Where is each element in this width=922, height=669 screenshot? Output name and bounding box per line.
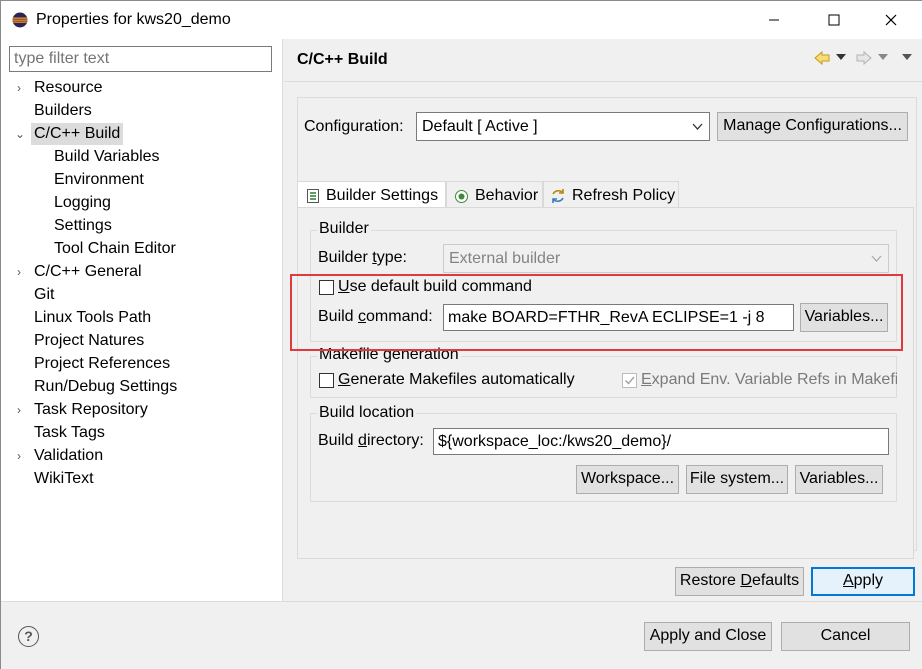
tab-refresh-policy[interactable]: Refresh Policy [543, 181, 679, 209]
chevron-right-icon[interactable]: › [17, 266, 27, 278]
build-directory-label: Build directory: [318, 432, 424, 449]
manage-configurations-button[interactable]: Manage Configurations... [717, 112, 908, 141]
file-system-button[interactable]: File system... [686, 465, 788, 494]
maximize-button[interactable] [811, 1, 857, 39]
back-dropdown-icon[interactable] [836, 54, 846, 62]
close-icon [885, 14, 897, 26]
tree-item-git[interactable]: Git [34, 284, 54, 306]
view-menu-icon[interactable] [902, 54, 912, 62]
tab-behavior[interactable]: Behavior [446, 181, 543, 209]
minimize-button[interactable] [751, 1, 797, 39]
chevron-down-icon[interactable]: ⌄ [15, 128, 25, 140]
generate-makefiles-label[interactable]: Generate Makefiles automatically [338, 371, 575, 389]
dialog-footer: ? Apply and Close Cancel [1, 601, 922, 669]
minimize-icon [769, 19, 779, 21]
help-icon[interactable]: ? [18, 626, 39, 647]
tree-item-run-debug-settings[interactable]: Run/Debug Settings [34, 376, 177, 398]
apply-and-close-button[interactable]: Apply and Close [644, 622, 772, 651]
highlight-box [290, 274, 903, 351]
tree-item-builders[interactable]: Builders [34, 100, 92, 122]
builder-type-label: Builder type: [318, 249, 407, 266]
tree-item-resource[interactable]: Resource [34, 77, 102, 99]
tree-item-task-repository[interactable]: Task Repository [34, 399, 148, 421]
eclipse-icon [12, 12, 28, 28]
tree-item-cpp-build[interactable]: C/C++ Build [31, 123, 124, 145]
apply-button[interactable]: Apply [811, 567, 915, 596]
chevron-right-icon[interactable]: › [17, 450, 27, 462]
chevron-down-icon [871, 255, 882, 262]
tree-item-project-natures[interactable]: Project Natures [34, 330, 144, 352]
tab-label: Behavior [475, 187, 539, 204]
generate-makefiles-checkbox[interactable] [319, 373, 334, 388]
page-title: C/C++ Build [297, 51, 388, 68]
window-title: Properties for kws20_demo [36, 11, 231, 28]
forward-arrow-icon[interactable] [855, 50, 873, 66]
expand-env-refs-label: Expand Env. Variable Refs in Makefil [641, 371, 897, 388]
tab-label: Builder Settings [326, 187, 439, 204]
tree-item-build-variables[interactable]: Build Variables [54, 146, 160, 168]
tree-item-logging[interactable]: Logging [54, 192, 111, 214]
build-location-group-label: Build location [317, 404, 417, 422]
forward-dropdown-icon[interactable] [878, 54, 888, 62]
tab-label: Refresh Policy [572, 187, 676, 204]
tree-item-environment[interactable]: Environment [54, 169, 144, 191]
builder-type-value: External builder [449, 250, 561, 267]
tree-item-cpp-general[interactable]: C/C++ General [34, 261, 142, 283]
tree-item-project-references[interactable]: Project References [34, 353, 170, 375]
configuration-value: Default [ Active ] [422, 118, 538, 135]
builder-group-label: Builder [317, 220, 371, 238]
builder-type-select: External builder [443, 244, 889, 273]
filter-input[interactable] [9, 46, 272, 72]
chevron-right-icon[interactable]: › [17, 404, 27, 416]
chevron-down-icon [692, 123, 703, 130]
tree-item-linux-tools-path[interactable]: Linux Tools Path [34, 307, 151, 329]
properties-dialog: Properties for kws20_demo › Resource Bui… [0, 0, 922, 669]
checkmark-icon [624, 376, 635, 385]
tree-item-settings[interactable]: Settings [54, 215, 112, 237]
tree-item-tool-chain-editor[interactable]: Tool Chain Editor [54, 238, 176, 260]
back-arrow-icon[interactable] [813, 50, 831, 66]
behavior-icon [455, 190, 468, 203]
title-bar: Properties for kws20_demo [1, 1, 922, 39]
chevron-right-icon[interactable]: › [17, 82, 27, 94]
builder-settings-icon [307, 189, 319, 203]
header-divider [284, 81, 922, 82]
tree-item-task-tags[interactable]: Task Tags [34, 422, 105, 444]
maximize-icon [828, 14, 840, 26]
refresh-icon [552, 189, 564, 203]
expand-env-refs-checkbox [622, 373, 637, 388]
workspace-button[interactable]: Workspace... [576, 465, 679, 494]
cancel-button[interactable]: Cancel [781, 622, 910, 651]
tree-item-wikitext[interactable]: WikiText [34, 468, 94, 490]
tree-item-validation[interactable]: Validation [34, 445, 103, 467]
location-variables-button[interactable]: Variables... [795, 465, 883, 494]
close-button[interactable] [868, 1, 914, 39]
restore-defaults-button[interactable]: Restore Defaults [675, 567, 804, 596]
configuration-label: Configuration: [304, 118, 404, 135]
configuration-select[interactable]: Default [ Active ] [416, 112, 710, 141]
build-directory-input[interactable]: ${workspace_loc:/kws20_demo}/ [433, 428, 889, 455]
